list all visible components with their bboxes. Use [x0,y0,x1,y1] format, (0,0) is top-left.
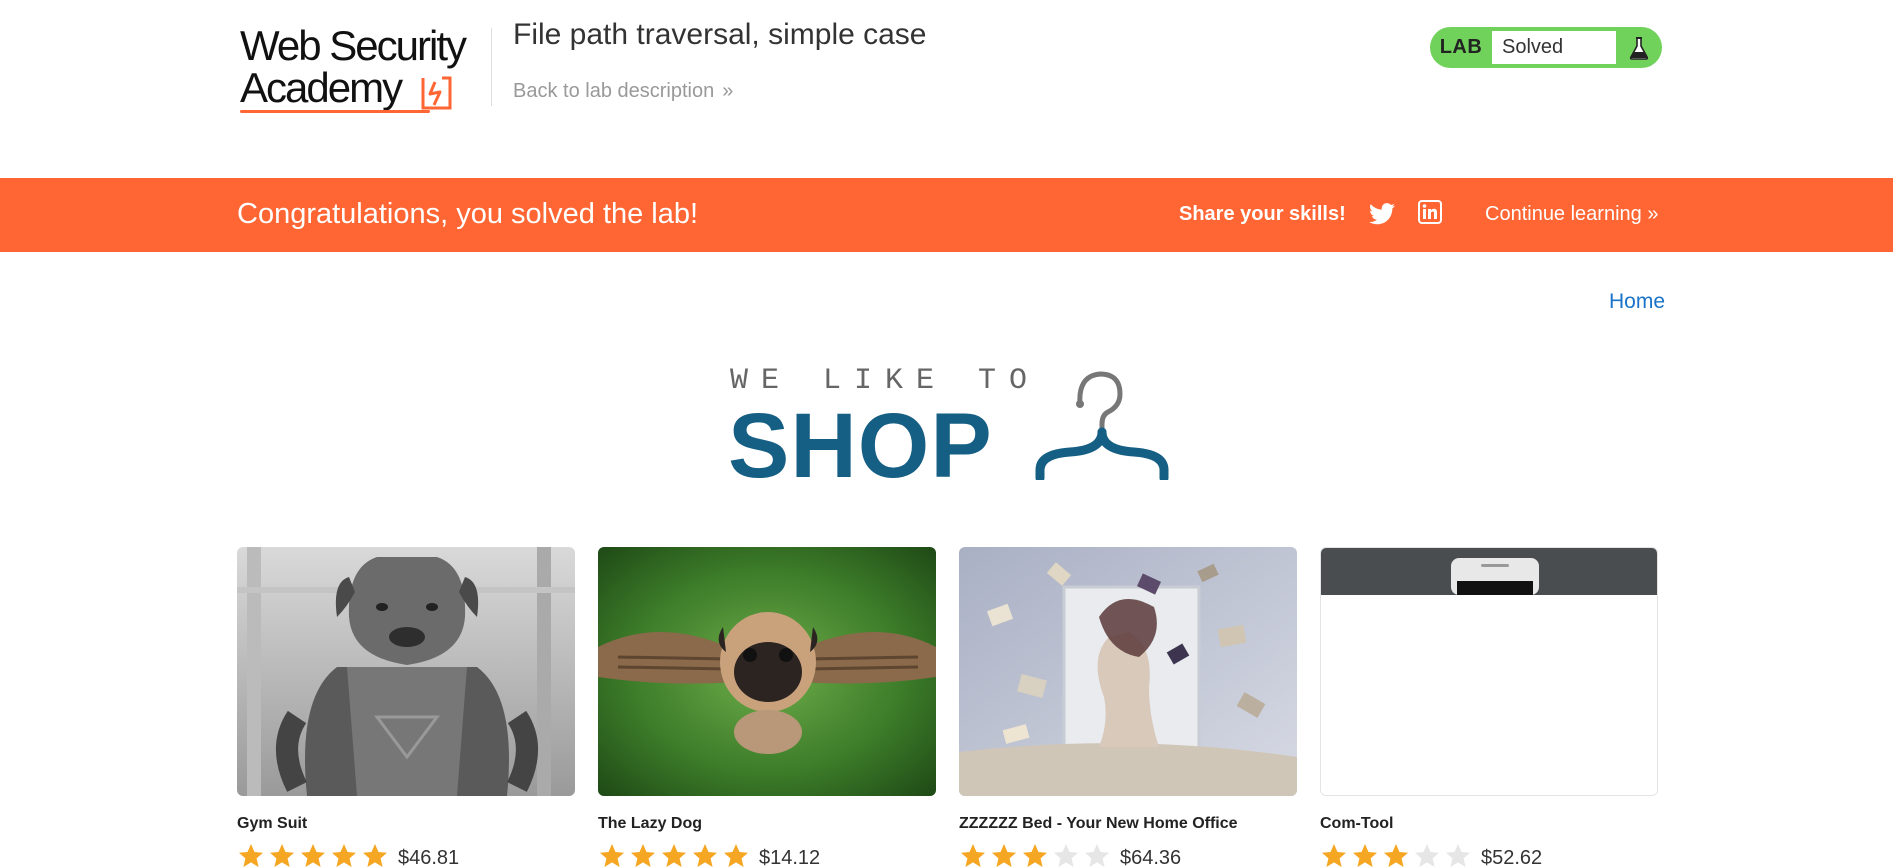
twitter-icon[interactable] [1369,202,1395,226]
star-filled-icon [662,843,686,867]
star-filled-icon [992,843,1016,867]
star-filled-icon [363,843,387,867]
star-empty-icon [1446,843,1470,867]
back-to-lab-description-link[interactable]: Back to lab description » [513,80,733,103]
product-image-muscular-dog[interactable] [237,547,575,796]
double-chevron-right-icon: » [1647,203,1659,225]
star-filled-icon [270,843,294,867]
continue-learning-label: Continue learning [1485,203,1642,225]
back-link-label: Back to lab description [513,80,715,102]
product-rating: $46.81 [237,841,459,868]
logo-bolt-icon [421,76,452,110]
product-price: $14.12 [759,847,821,868]
product-name[interactable]: Gym Suit [237,815,307,833]
star-filled-icon [724,843,748,867]
product-card[interactable]: Gym Suit $46.81 [237,547,575,868]
product-image-flying-books[interactable] [959,547,1297,796]
star-filled-icon [1384,843,1408,867]
star-filled-icon [600,843,624,867]
product-price: $52.62 [1481,847,1543,868]
lab-title: File path traversal, simple case [513,18,927,51]
continue-learning-link[interactable]: Continue learning » [1485,203,1658,226]
logo-line2: Academy [240,64,403,111]
solved-banner: Congratulations, you solved the lab! Sha… [0,178,1893,252]
product-card[interactable]: ZZZZZZ Bed - Your New Home Office $64.36 [959,547,1297,868]
star-filled-icon [239,843,263,867]
congratulations-message: Congratulations, you solved the lab! [237,198,699,230]
header-divider [491,28,492,106]
product-card[interactable]: Com-Tool $52.62 [1320,547,1658,868]
product-image-flying-pug[interactable] [598,547,936,796]
product-rating: $64.36 [959,841,1181,868]
home-link[interactable]: Home [1609,290,1665,314]
shop-word: SHOP [728,395,993,497]
product-name[interactable]: ZZZZZZ Bed - Your New Home Office [959,815,1238,833]
share-skills-label: Share your skills! [1179,203,1346,225]
shop-tagline: WE LIKE TO [730,364,1041,398]
logo-line1: Web Security [240,22,467,69]
logo-underline [240,110,430,113]
star-filled-icon [1353,843,1377,867]
product-price: $64.36 [1120,847,1182,868]
hanger-icon [1035,371,1169,480]
double-chevron-right-icon: » [722,80,734,102]
product-name[interactable]: The Lazy Dog [598,815,702,833]
product-image-phone[interactable] [1320,547,1658,796]
star-empty-icon [1415,843,1439,867]
product-rating: $52.62 [1320,841,1542,868]
web-security-academy-logo[interactable]: Web Security Academy [238,22,488,118]
lab-status-text: Solved [1492,29,1616,66]
lab-badge: LAB [1439,36,1483,58]
star-empty-icon [1054,843,1078,867]
shop-logo: WE LIKE TO SHOP [728,360,1169,497]
product-rating: $14.12 [598,841,820,868]
star-empty-icon [1085,843,1109,867]
star-filled-icon [301,843,325,867]
linkedin-icon[interactable] [1418,200,1442,224]
star-filled-icon [961,843,985,867]
flask-icon [1616,36,1662,60]
header: Web Security Academy File path traversal… [0,0,1893,178]
product-card[interactable]: The Lazy Dog $14.12 [598,547,936,868]
star-filled-icon [1023,843,1047,867]
star-filled-icon [693,843,717,867]
star-filled-icon [631,843,655,867]
star-filled-icon [1322,843,1346,867]
product-price: $46.81 [398,847,460,868]
star-filled-icon [332,843,356,867]
product-name[interactable]: Com-Tool [1320,815,1393,833]
lab-status-widget: LAB Solved [1430,27,1662,68]
